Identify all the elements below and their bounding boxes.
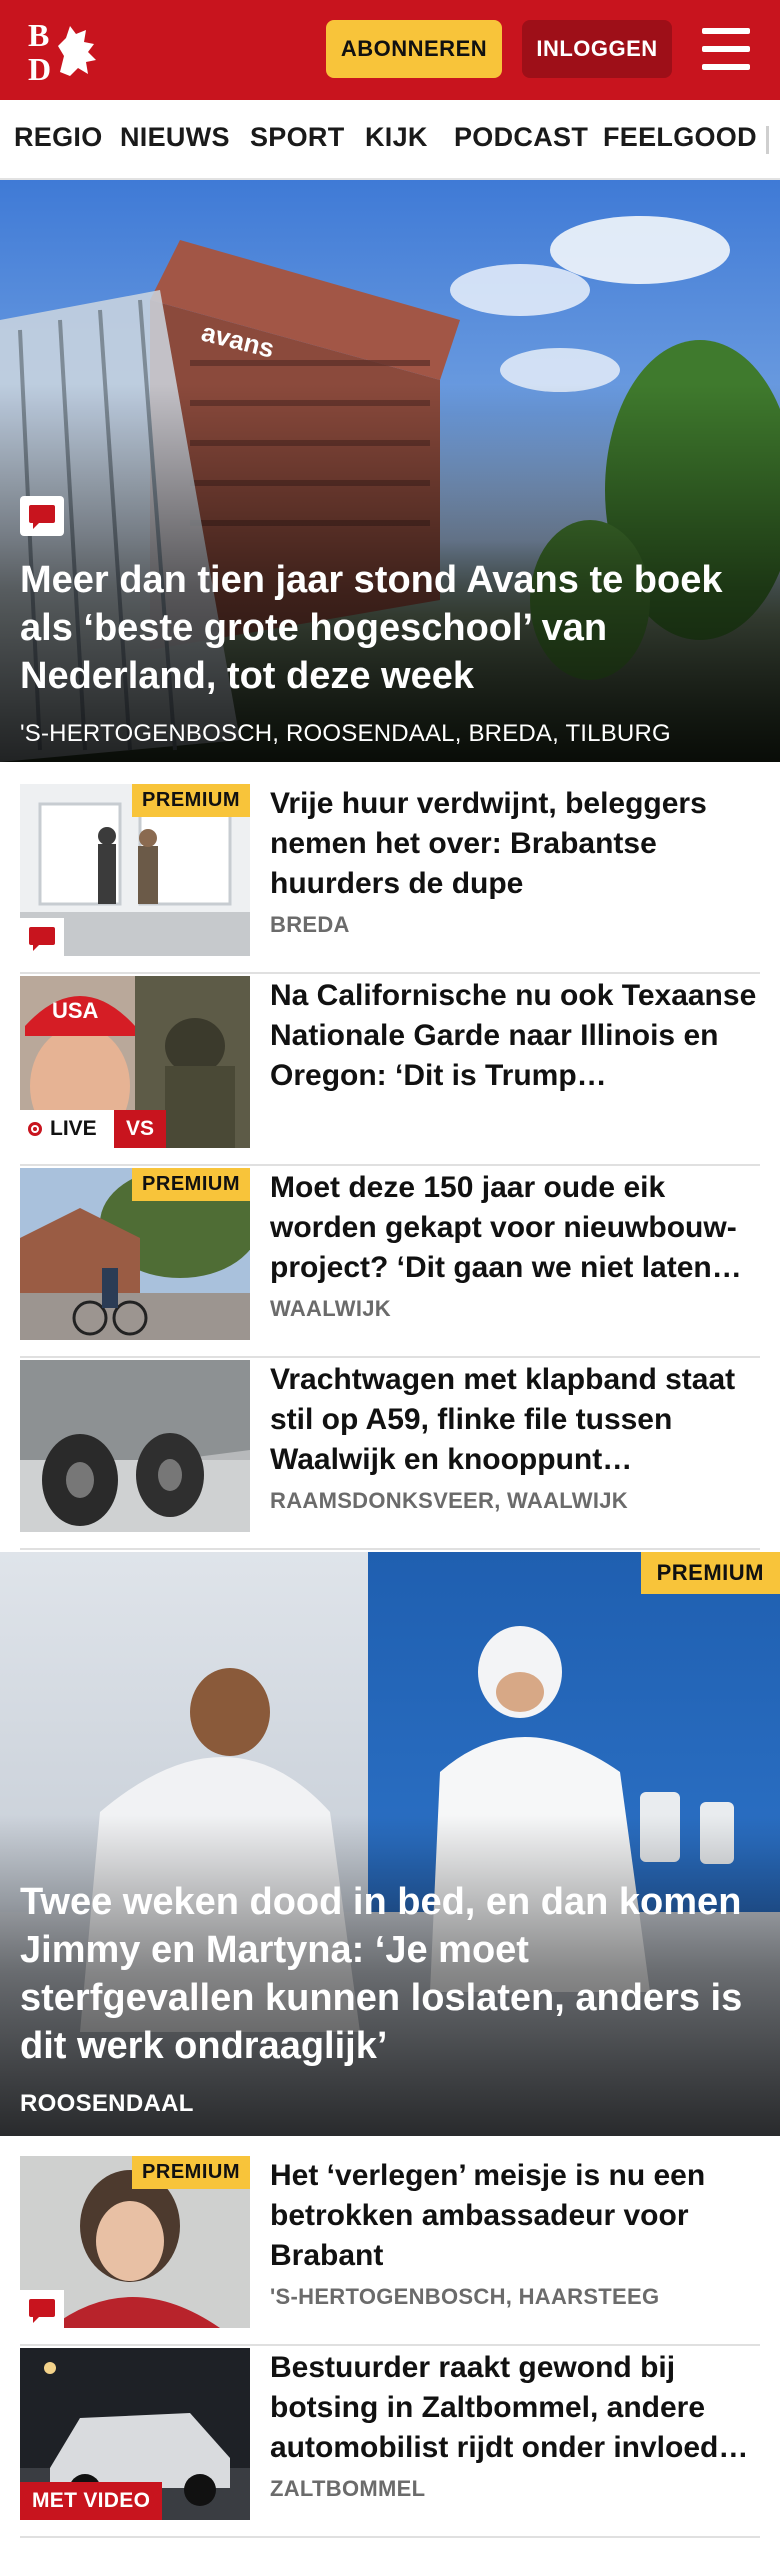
video-badge: MET VIDEO: [20, 2482, 163, 2520]
nav-item-feelgood[interactable]: FEELGOOD: [603, 122, 757, 153]
nav-item-sport[interactable]: SPORT: [250, 122, 345, 153]
article-location: RAAMSDONKSVEER, WAALWIJK: [270, 1488, 628, 1513]
nav-item-regio[interactable]: REGIO: [14, 122, 103, 153]
bd-logo[interactable]: B D: [26, 16, 116, 87]
article-location: WAALWIJK: [270, 1296, 391, 1321]
nav-item-kijk[interactable]: KIJK: [365, 122, 428, 153]
comment-icon: [20, 2290, 64, 2328]
article-location: ZALTBOMMEL: [270, 2476, 426, 2501]
article-headline[interactable]: Vrachtwagen met klapband staat stil op A…: [270, 1360, 760, 1480]
nav-item-podcast[interactable]: PODCAST: [454, 122, 588, 153]
article-thumbnail: MET VIDEO: [20, 2348, 250, 2520]
article-location: BREDA: [270, 912, 350, 937]
live-badge: LIVE: [20, 1110, 114, 1148]
hero-article[interactable]: avans Meer dan tien jaar stond Avans te …: [0, 180, 780, 762]
article-location: 'S-HERTOGENBOSCH, HAARSTEEG: [270, 2284, 660, 2309]
article-headline[interactable]: Het ‘verlegen’ meisje is nu een betrokke…: [270, 2156, 760, 2276]
article-headline[interactable]: Bestuurder raakt gewond bij botsing in Z…: [270, 2348, 760, 2468]
hero-headline[interactable]: Meer dan tien jaar stond Avans te boek a…: [20, 556, 764, 700]
article-item[interactable]: MET VIDEO Bestuurder raakt gewond bij bo…: [20, 2348, 760, 2538]
premium-badge: PREMIUM: [132, 784, 250, 817]
article-item[interactable]: USA LIVE VS Na Californische nu ook Texa…: [20, 976, 760, 1166]
login-button[interactable]: INLOGGEN: [522, 20, 672, 78]
article-item[interactable]: Vrachtwagen met klapband staat stil op A…: [20, 1360, 760, 1550]
comment-icon: [20, 496, 64, 536]
feature-location: ROOSENDAAL: [20, 2090, 194, 2117]
nav-overflow-divider: [766, 126, 769, 154]
premium-badge: PREMIUM: [132, 2156, 250, 2189]
svg-text:D: D: [28, 51, 51, 86]
menu-icon[interactable]: [698, 24, 754, 74]
hero-locations: 'S-HERTOGENBOSCH, ROOSENDAAL, BREDA, TIL…: [20, 720, 671, 747]
article-item[interactable]: PREMIUM Het ‘verlegen’ meisje is nu een …: [20, 2156, 760, 2346]
vs-badge: VS: [114, 1110, 166, 1148]
article-thumbnail: USA LIVE VS: [20, 976, 250, 1148]
article-thumbnail: [20, 1360, 250, 1532]
article-headline[interactable]: Vrije huur verdwijnt, beleggers nemen he…: [270, 784, 760, 904]
article-headline[interactable]: Moet deze 150 jaar oude eik worden gekap…: [270, 1168, 760, 1288]
svg-text:B: B: [28, 17, 49, 53]
subscribe-button[interactable]: ABONNEREN: [326, 20, 502, 78]
bd-logo-mark: B D: [28, 17, 96, 87]
article-item[interactable]: PREMIUM Vrije huur verdwijnt, beleggers …: [20, 784, 760, 974]
feature-article[interactable]: PREMIUM Twee weken dood in bed, en dan k…: [0, 1552, 780, 2136]
premium-badge: PREMIUM: [640, 1552, 780, 1594]
section-nav: REGIO NIEUWS SPORT KIJK PODCAST FEELGOOD: [0, 100, 780, 180]
site-header: B D ABONNEREN INLOGGEN: [0, 0, 780, 100]
article-item[interactable]: PREMIUM Moet deze 150 jaar oude eik word…: [20, 1168, 760, 1358]
feature-headline[interactable]: Twee weken dood in bed, en dan komen Jim…: [20, 1878, 768, 2070]
article-thumbnail: PREMIUM: [20, 1168, 250, 1340]
comment-icon: [20, 918, 64, 956]
thumbnail-cap-text: USA: [52, 998, 99, 1023]
article-thumbnail: PREMIUM: [20, 2156, 250, 2328]
premium-badge: PREMIUM: [132, 1168, 250, 1201]
article-thumbnail: PREMIUM: [20, 784, 250, 956]
article-headline[interactable]: Na Californische nu ook Texaanse Nationa…: [270, 976, 760, 1096]
live-dot-icon: [28, 1122, 42, 1136]
thumbnail-image-truck: [20, 1360, 250, 1532]
nav-item-nieuws[interactable]: NIEUWS: [120, 122, 230, 153]
